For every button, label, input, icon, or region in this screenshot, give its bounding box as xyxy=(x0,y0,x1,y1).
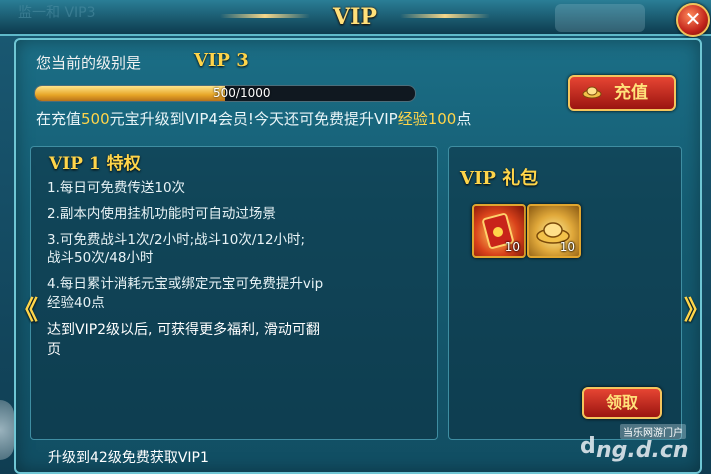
notice-exp-points: 100 xyxy=(427,110,457,128)
background-icons xyxy=(555,4,645,32)
right-ornament xyxy=(400,14,490,18)
watermark: d 当乐网游门户 ng.d.cn xyxy=(580,420,708,470)
side-float-button[interactable] xyxy=(0,400,14,460)
gift-item-gold-ingot[interactable]: 10 xyxy=(527,204,581,258)
charge-button[interactable]: 充值 xyxy=(568,75,676,111)
notice-exp-word: 经验 xyxy=(397,110,428,128)
next-page-arrow[interactable]: 》 xyxy=(684,290,710,327)
perk-item: 1.每日可免费传送10次 xyxy=(47,180,186,196)
perk-item: 战斗50次/48小时 xyxy=(47,250,154,266)
vip-progress-fill xyxy=(35,86,225,101)
perk-hint: 达到VIP2级以后, 可获得更多福利, 滑动可翻 xyxy=(47,322,320,338)
left-ornament xyxy=(220,14,310,18)
upgrade-notice: 在充值500元宝升级到VIP4会员!今天还可免费提升VIP经验100点 xyxy=(36,108,471,129)
gift-item-qty: 10 xyxy=(559,240,575,254)
perk-item: 3.可免费战斗1次/2小时;战斗10次/12小时; xyxy=(47,232,306,248)
watermark-small: 当乐网游门户 xyxy=(620,424,686,439)
footer-tip: 升级到42级免费获取VIP1 xyxy=(48,450,209,466)
perks-title: VIP 1 特权 xyxy=(49,154,141,174)
perk-hint: 页 xyxy=(47,342,61,358)
notice-part-1: 在充值 xyxy=(36,110,82,128)
perk-item: 2.副本内使用挂机功能时可自动过场景 xyxy=(47,206,276,222)
title-ornament: VIP xyxy=(220,0,490,36)
prev-page-arrow[interactable]: 《 xyxy=(12,290,38,327)
notice-part-2: 元宝升级到VIP4会员!今天还可免费提升VIP xyxy=(109,110,398,128)
watermark-main: ng.d.cn xyxy=(596,438,689,463)
notice-amount: 500 xyxy=(81,110,110,128)
window-title: VIP xyxy=(333,4,377,30)
close-icon: ✕ xyxy=(684,7,702,31)
gift-item-qty: 10 xyxy=(504,240,520,254)
gift-title: VIP 礼包 xyxy=(460,168,539,189)
level-label: 您当前的级别是 xyxy=(36,54,142,72)
gold-ingot-icon xyxy=(582,86,602,99)
vip-progress-bar: 500/1000 xyxy=(34,85,416,102)
watermark-logo: d xyxy=(580,434,596,459)
perk-item: 4.每日累计消耗元宝或绑定元宝可免费提升vip xyxy=(47,276,324,292)
close-button[interactable]: ✕ xyxy=(676,3,710,37)
vip-progress-text: 500/1000 xyxy=(213,86,271,100)
perk-item: 经验40点 xyxy=(47,295,105,311)
charge-label: 充值 xyxy=(614,83,648,103)
level-value: VIP 3 xyxy=(194,50,249,71)
claim-button[interactable]: 领取 xyxy=(582,387,662,419)
gift-item-red-envelope[interactable]: 10 xyxy=(472,204,526,258)
notice-part-3: 点 xyxy=(456,110,472,128)
background-tab-text: 监一和 VIP3 xyxy=(18,5,96,21)
